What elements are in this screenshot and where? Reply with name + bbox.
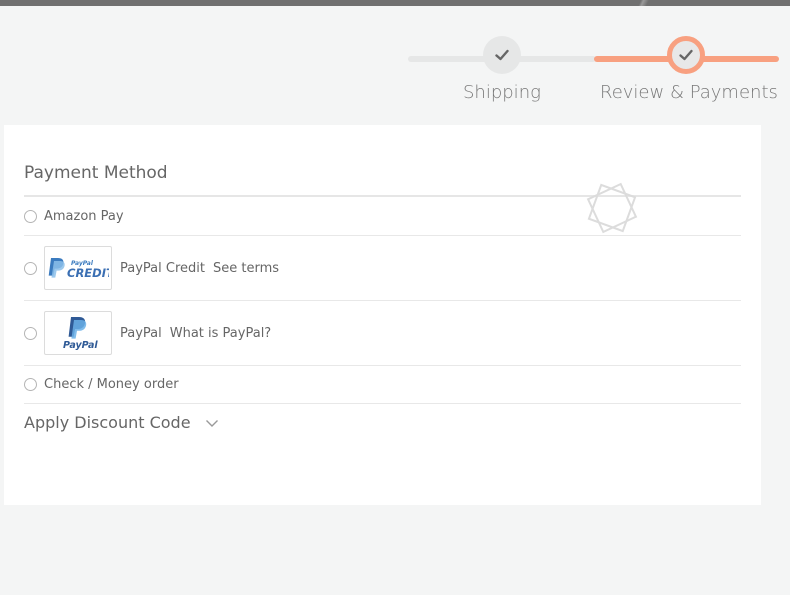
paypal-credit-logo: PayPal CREDIT (44, 246, 112, 290)
step-review-label: Review & Payments (600, 82, 778, 103)
payment-method-title: Payment Method (24, 163, 168, 183)
svg-text:CREDIT: CREDIT (67, 266, 109, 280)
what-is-paypal-link[interactable]: What is PayPal? (170, 326, 271, 341)
check-money-order-label[interactable]: Check / Money order (44, 377, 179, 392)
paypal-credit-label[interactable]: PayPal Credit (120, 261, 205, 276)
paypal-label[interactable]: PayPal (120, 326, 162, 341)
payment-option-paypal-credit[interactable]: PayPal CREDIT PayPal Credit See terms (24, 236, 741, 301)
check-money-order-radio[interactable] (24, 378, 37, 391)
step-shipping-check-icon[interactable] (483, 36, 521, 74)
apply-discount-toggle[interactable]: Apply Discount Code (24, 413, 219, 432)
paypal-radio[interactable] (24, 326, 37, 340)
paypal-credit-radio[interactable] (24, 261, 37, 275)
payment-option-amazon-pay[interactable]: Amazon Pay (24, 197, 741, 236)
amazon-pay-radio[interactable] (24, 209, 37, 223)
apply-discount-label[interactable]: Apply Discount Code (24, 413, 191, 432)
payment-option-check-money-order[interactable]: Check / Money order (24, 366, 741, 404)
step-review-check-icon (667, 36, 705, 74)
check-icon (495, 49, 509, 61)
paypal-credit-see-terms-link[interactable]: See terms (213, 261, 279, 276)
payment-card: Payment Method Amazon Pay PayPal CREDIT … (4, 125, 761, 505)
svg-text:PayPal: PayPal (63, 340, 98, 351)
checkout-progress: Shipping Review & Payments (0, 0, 790, 120)
chevron-down-icon[interactable] (205, 416, 219, 430)
amazon-pay-label[interactable]: Amazon Pay (44, 209, 124, 224)
paypal-logo: PayPal (44, 311, 112, 355)
payment-option-paypal[interactable]: PayPal PayPal What is PayPal? (24, 301, 741, 366)
check-icon (679, 49, 693, 61)
step-shipping-label[interactable]: Shipping (463, 82, 541, 103)
